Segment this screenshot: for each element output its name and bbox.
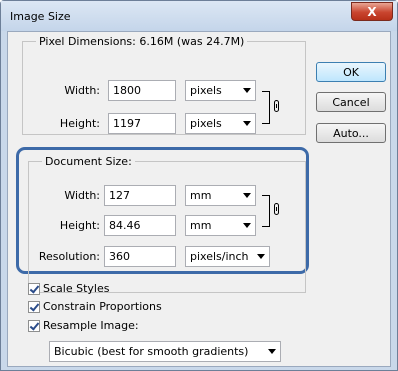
checkmark-icon: [28, 300, 40, 313]
scale-styles-label: Scale Styles: [43, 282, 110, 295]
chevron-down-icon: [243, 121, 251, 126]
pixel-dimensions-label: Pixel Dimensions: 6.16M (was 24.7M): [36, 35, 248, 48]
pixel-height-input[interactable]: [108, 113, 176, 134]
chevron-down-icon: [257, 254, 265, 259]
dialog-client: Pixel Dimensions: 6.16M (was 24.7M) Widt…: [7, 31, 391, 367]
doc-height-label: Height:: [59, 219, 100, 232]
scale-styles-checkbox[interactable]: Scale Styles: [28, 282, 109, 295]
resample-image-label: Resample Image:: [43, 319, 139, 332]
doc-width-unit-value: mm: [190, 189, 212, 202]
pixel-height-unit-value: pixels: [190, 117, 222, 130]
constrain-proportions-label: Constrain Proportions: [43, 300, 162, 313]
doc-height-input[interactable]: [104, 215, 176, 236]
pixel-link-bracket: [262, 91, 270, 124]
chevron-down-icon: [243, 223, 251, 228]
document-size-label: Document Size:: [42, 155, 135, 168]
image-size-dialog: Image Size X Pixel Dimensions: 6.16M (wa…: [0, 0, 398, 371]
resample-method-value: Bicubic (best for smooth gradients): [54, 345, 249, 358]
pixel-width-unit-select[interactable]: pixels: [185, 80, 256, 101]
auto-button[interactable]: Auto...: [316, 123, 386, 143]
pixel-width-label: Width:: [64, 84, 100, 97]
doc-link-bracket: [262, 195, 270, 227]
pixel-width-unit-value: pixels: [190, 84, 222, 97]
resample-method-select[interactable]: Bicubic (best for smooth gradients): [49, 341, 281, 362]
checkmark-icon: [28, 282, 40, 295]
resolution-label: Resolution:: [38, 250, 100, 263]
chevron-down-icon: [243, 193, 251, 198]
doc-width-input[interactable]: [104, 185, 176, 206]
constrain-proportions-checkbox[interactable]: Constrain Proportions: [28, 300, 162, 313]
doc-height-unit-value: mm: [190, 219, 212, 232]
ok-button[interactable]: OK: [316, 62, 386, 82]
title-bar[interactable]: Image Size X: [1, 1, 397, 31]
resample-image-checkbox[interactable]: Resample Image:: [28, 319, 139, 332]
doc-width-label: Width:: [64, 189, 100, 202]
resolution-unit-value: pixels/inch: [190, 250, 249, 263]
dialog-title: Image Size: [10, 10, 71, 23]
chain-link-icon: [274, 203, 279, 215]
resolution-unit-select[interactable]: pixels/inch: [185, 246, 270, 267]
doc-width-unit-select[interactable]: mm: [185, 185, 256, 206]
pixel-width-input[interactable]: [108, 80, 176, 101]
pixel-height-unit-select[interactable]: pixels: [185, 113, 256, 134]
resolution-input[interactable]: [104, 246, 176, 267]
chevron-down-icon: [268, 349, 276, 354]
doc-height-unit-select[interactable]: mm: [185, 215, 256, 236]
checkmark-icon: [28, 319, 40, 332]
chevron-down-icon: [243, 88, 251, 93]
chain-link-icon: [274, 100, 279, 112]
cancel-button[interactable]: Cancel: [316, 92, 386, 112]
close-button[interactable]: X: [351, 2, 393, 21]
pixel-height-label: Height:: [59, 117, 100, 130]
